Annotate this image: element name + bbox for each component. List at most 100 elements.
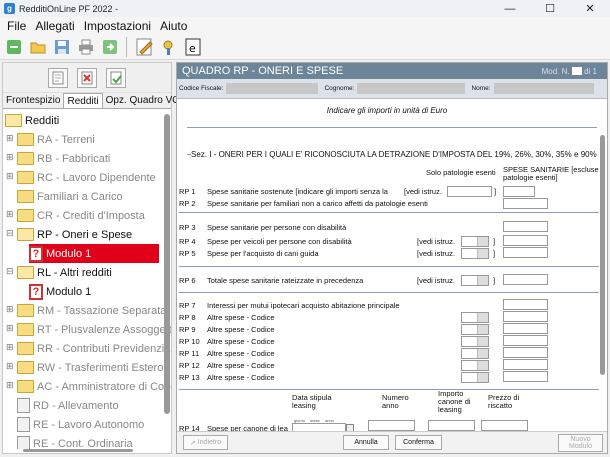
menu-aiuto[interactable]: Aiuto (160, 19, 187, 33)
title-bar: g RedditiOnLine PF 2022 - — ☐ ✕ (0, 0, 610, 17)
rp6-select[interactable] (461, 275, 489, 286)
rp11-input[interactable] (503, 347, 548, 358)
rp9-input[interactable] (503, 323, 548, 334)
annulla-button[interactable]: Annulla (343, 435, 389, 450)
module-number-field[interactable] (571, 67, 582, 76)
rp13-codice-select[interactable] (461, 372, 489, 383)
rp10-codice-select[interactable] (461, 336, 489, 347)
minimize-button[interactable]: — (490, 0, 530, 17)
rp5-select[interactable] (461, 248, 489, 259)
leasing-data-header: Data stipula leasing (292, 393, 332, 410)
module-number: Mod. N. di 1 (541, 66, 597, 76)
form-row-rp4: RP 4 Spese per veicoli per persone con di… (179, 236, 352, 246)
codice-fiscale-field (226, 83, 319, 94)
form-row-rp9: RP 9 Altre spese - Codice (179, 324, 275, 334)
panel-tabs: Frontespizio Redditi Opz. Quadro VO (3, 93, 180, 109)
rp2-input[interactable] (503, 198, 548, 209)
rp8-input[interactable] (503, 311, 548, 322)
quadro-title: QUADRO RP - ONERI E SPESE (182, 65, 344, 77)
tree-node-rp-modulo-1[interactable]: ? Modulo 1 (29, 244, 159, 263)
tree-vertical-scrollbar[interactable] (164, 114, 170, 414)
tree-node-rr[interactable]: RR - Contributi Previdenziali (17, 339, 171, 358)
tree-node-cr[interactable]: CR - Crediti d'Imposta (17, 206, 145, 225)
print-icon[interactable] (76, 37, 96, 57)
tree-node-rc[interactable]: RC - Lavoro Dipendente (17, 168, 156, 187)
tree-node-rm[interactable]: RM - Tassazione Separata (17, 301, 166, 320)
folder-icon (17, 228, 34, 241)
column-header-patologie: Solo patologie esenti (426, 168, 496, 177)
form-row-rp5: RP 5 Spese per l'acquisto di cani guida (179, 248, 319, 258)
tree-node-re-ordinaria[interactable]: RE - Cont. Ordinaria (17, 434, 133, 449)
rp10-input[interactable] (503, 335, 548, 346)
question-icon: ? (29, 245, 43, 262)
folder-icon (17, 266, 34, 279)
form-row-rp1: RP 1 Spese sanitarie sostenute [indicare … (179, 186, 388, 196)
maximize-button[interactable]: ☐ (530, 0, 570, 17)
tree-node-rl-modulo-1[interactable]: ? Modulo 1 (29, 282, 91, 301)
document-icon (17, 417, 30, 432)
indietro-button[interactable]: ↗ Indietro (183, 435, 228, 450)
nome-label: Nome: (471, 85, 491, 92)
tree-node-redditi[interactable]: Redditi (5, 111, 59, 130)
tree-node-rb[interactable]: RB - Fabbricati (17, 149, 110, 168)
rp3-input[interactable] (503, 221, 548, 232)
tab-opz-quadro-vo[interactable]: Opz. Quadro VO (103, 93, 183, 108)
quadro-panel: QUADRO RP - ONERI E SPESE Mod. N. di 1 C… (176, 62, 608, 454)
tree-node-rw[interactable]: RW - Trasferimenti Estero (17, 358, 163, 377)
tree-node-familiari[interactable]: Familiari a Carico (17, 187, 123, 206)
save-icon[interactable] (52, 37, 72, 57)
divider (179, 292, 599, 293)
toolbar-separator (126, 36, 127, 57)
rp1-patologie-input[interactable] (447, 186, 492, 197)
form-row-rp6: RP 6 Totale spese sanitarie rateizzate in… (179, 275, 364, 285)
rp1-spese-input[interactable] (503, 186, 535, 197)
menu-impostazioni[interactable]: Impostazioni (84, 19, 151, 33)
form-row-rp10: RP 10 Altre spese - Codice (179, 336, 275, 346)
rp11-codice-select[interactable] (461, 348, 489, 359)
window-title: RedditiOnLine PF 2022 - (19, 3, 119, 14)
copy-module-icon[interactable] (106, 67, 126, 88)
bracket: ] (493, 237, 496, 246)
rp14-importo-input[interactable] (428, 420, 475, 431)
delete-module-icon[interactable] (77, 67, 97, 88)
tree-node-re-lavoro[interactable]: RE - Lavoro Autonomo (17, 415, 144, 434)
tree-node-rp[interactable]: RP - Oneri e Spese (17, 225, 132, 244)
tools-icon[interactable] (159, 37, 179, 57)
divider (187, 127, 597, 128)
rp12-codice-select[interactable] (461, 360, 489, 371)
tree-node-rl[interactable]: RL - Altri redditi (17, 263, 112, 282)
new-module-icon[interactable] (48, 67, 68, 88)
rp13-input[interactable] (503, 371, 548, 382)
menu-allegati[interactable]: Allegati (35, 19, 74, 33)
rp9-codice-select[interactable] (461, 324, 489, 335)
tab-frontespizio[interactable]: Frontespizio (3, 93, 63, 108)
rp14-numero-input[interactable] (368, 420, 415, 431)
document-e-icon[interactable]: e (183, 37, 203, 57)
rp14-prezzo-input[interactable] (481, 420, 528, 431)
close-button[interactable]: ✕ (570, 0, 610, 17)
tree-node-rt[interactable]: RT - Plusvalenze Assoggettate (17, 320, 171, 339)
tab-redditi[interactable]: Redditi (63, 93, 103, 108)
open-folder-icon[interactable] (28, 37, 48, 57)
tree-horizontal-scrollbar[interactable] (23, 449, 133, 452)
rp4-select[interactable] (461, 236, 489, 247)
edit-icon[interactable] (135, 37, 155, 57)
rp4-input[interactable] (503, 235, 548, 246)
toolbar: e (0, 34, 610, 60)
rp7-input[interactable] (503, 299, 548, 310)
rp8-codice-select[interactable] (461, 312, 489, 323)
rp12-input[interactable] (503, 359, 548, 370)
nuovo-modulo-button[interactable]: Nuovo Modulo (558, 434, 603, 452)
menu-file[interactable]: File (7, 19, 26, 33)
divider (179, 266, 599, 267)
tree-node-ac[interactable]: AC - Amministratore di Cond (17, 377, 171, 396)
cognome-label: Cognome: (324, 85, 355, 92)
tree-node-ra[interactable]: RA - Terreni (17, 130, 95, 149)
rp6-input[interactable] (503, 274, 548, 285)
form-vertical-scrollbar[interactable] (600, 135, 605, 375)
conferma-button[interactable]: Conferma (395, 435, 442, 450)
rp5-input[interactable] (503, 247, 548, 258)
export-icon[interactable] (100, 37, 120, 57)
tree-node-rd[interactable]: RD - Allevamento (17, 396, 119, 415)
minus-icon[interactable] (4, 37, 24, 57)
